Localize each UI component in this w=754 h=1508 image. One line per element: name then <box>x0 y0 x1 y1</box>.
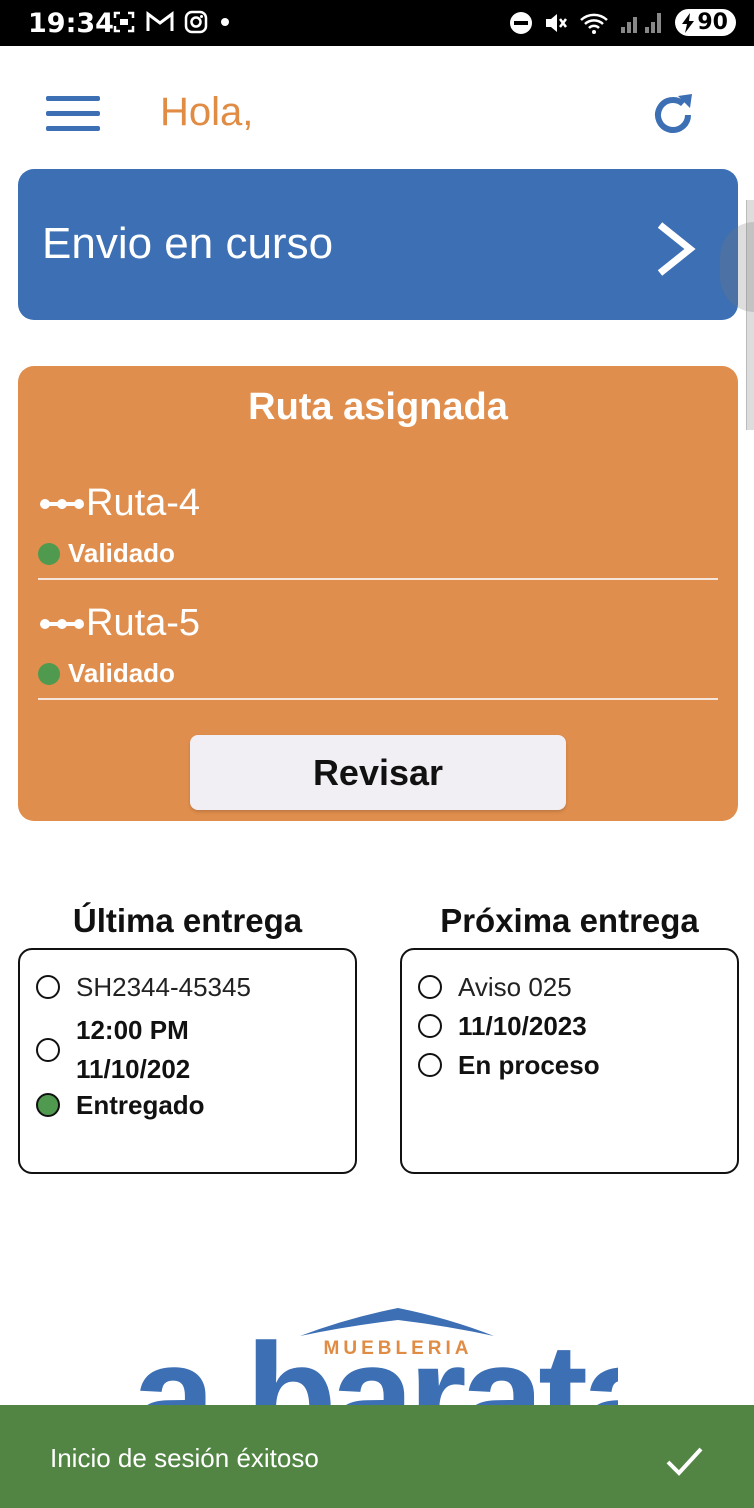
route-status-label: Validado <box>68 538 175 568</box>
radio-icon <box>36 975 60 999</box>
bolt-icon <box>682 12 695 33</box>
ultima-id-row: SH2344-45345 <box>36 972 251 1003</box>
route-name: Ruta-4 <box>86 482 201 524</box>
gmail-icon <box>146 11 174 31</box>
greeting-text: Hola, <box>160 90 254 134</box>
route-icon <box>40 618 84 629</box>
route-status-label: Validado <box>68 658 175 688</box>
status-dot-icon <box>38 542 60 565</box>
hamburger-line <box>46 126 100 131</box>
ultima-entrega-card[interactable]: SH2344-45345 12:00 PM 11/10/202 Entregad… <box>18 948 357 1174</box>
system-icons: 90 <box>509 9 736 36</box>
ultima-id: SH2344-45345 <box>76 972 251 1002</box>
logo-main-text: la barata <box>138 1312 618 1410</box>
ultima-time: 12:00 PM <box>76 1015 189 1045</box>
proxima-entrega-card[interactable]: Aviso 025 11/10/2023 En proceso <box>400 948 739 1174</box>
ultima-entrega-title: Última entrega <box>72 902 303 939</box>
radio-icon <box>418 1053 442 1077</box>
envio-en-curso-button[interactable]: Envio en curso <box>18 169 738 320</box>
hamburger-line <box>46 111 100 116</box>
refresh-icon[interactable] <box>648 90 698 140</box>
proxima-status-row: En proceso <box>418 1050 600 1081</box>
route-name-row: Ruta-4 <box>38 482 200 525</box>
status-dot-icon <box>38 662 60 685</box>
proxima-status: En proceso <box>458 1050 600 1080</box>
chevron-right-icon <box>657 222 696 276</box>
route-name: Ruta-5 <box>86 602 201 644</box>
route-name-row: Ruta-5 <box>38 602 200 645</box>
instagram-icon <box>184 10 208 34</box>
proxima-date-row: 11/10/2023 <box>418 1011 587 1042</box>
ruta-asignada-card: Ruta asignada Ruta-4 Validado Ruta-5 Val… <box>18 366 738 821</box>
ruta-card-title: Ruta asignada <box>248 386 508 428</box>
route-status: Validado <box>38 658 175 689</box>
la-barata-logo: MUEBLERIA la barata <box>138 1308 618 1410</box>
ultima-status-row: Entregado <box>36 1090 205 1121</box>
revisar-button[interactable]: Revisar <box>190 735 566 810</box>
proxima-id: Aviso 025 <box>458 972 572 1002</box>
ultima-date: 11/10/202 <box>76 1054 191 1084</box>
route-icon <box>40 498 84 509</box>
notification-icons <box>112 10 232 34</box>
status-bar: 19:34 90 <box>0 0 754 46</box>
wifi-icon <box>580 13 609 34</box>
ultima-datetime: 12:00 PM 11/10/202 <box>76 1011 190 1089</box>
radio-icon <box>36 1038 60 1062</box>
route-status: Validado <box>38 538 175 569</box>
ultima-status: Entregado <box>76 1090 205 1120</box>
proxima-id-row: Aviso 025 <box>418 972 572 1003</box>
divider <box>38 698 718 700</box>
battery-level: 90 <box>697 10 728 35</box>
divider <box>38 578 718 580</box>
signal-icon <box>621 12 662 33</box>
snackbar: Inicio de sesión éxitoso <box>0 1405 754 1508</box>
dot-icon <box>221 18 229 26</box>
screenshot-icon <box>113 11 135 33</box>
snackbar-message: Inicio de sesión éxitoso <box>50 1443 319 1473</box>
status-time: 19:34 <box>28 8 114 39</box>
check-icon[interactable] <box>664 1441 704 1481</box>
dnd-icon <box>510 11 533 34</box>
radio-icon <box>418 975 442 999</box>
status-filled-radio-icon <box>36 1093 60 1117</box>
ultima-datetime-row: 12:00 PM 11/10/202 <box>36 1011 190 1089</box>
envio-label: Envio en curso <box>42 219 334 268</box>
radio-icon <box>418 1014 442 1038</box>
hamburger-menu-icon <box>46 96 100 101</box>
menu-button[interactable] <box>46 96 100 134</box>
mute-icon <box>546 13 568 32</box>
battery-indicator: 90 <box>675 9 736 36</box>
proxima-date: 11/10/2023 <box>458 1011 587 1041</box>
proxima-entrega-title: Próxima entrega <box>440 902 699 939</box>
